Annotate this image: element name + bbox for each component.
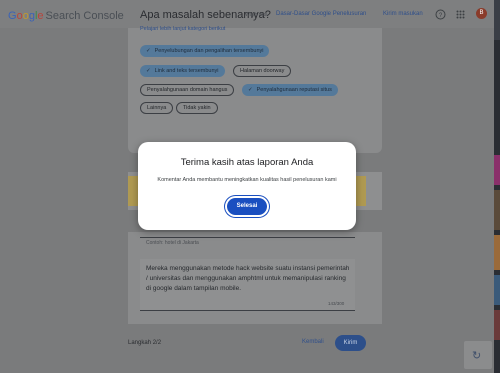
chip-label: Tidak yakin (183, 105, 211, 111)
logo-letter: e (37, 10, 44, 22)
chip-label: Link and teks tersembunyi (154, 68, 219, 74)
chip-label: Penyalahgunaan domain hangus (147, 87, 228, 93)
chip-not-sure[interactable]: Tidak yakin (176, 102, 218, 114)
example-hint: Contoh: hotel di Jakarta (146, 240, 199, 246)
submit-button[interactable]: Kirim (335, 335, 366, 351)
required-note: Wajib diisi (245, 12, 268, 18)
chip-hidden-text[interactable]: ✓ Link and teks tersembunyi (140, 65, 225, 77)
chip-label: Lainnya (147, 105, 167, 111)
search-console-logo[interactable]: Google Search Console (8, 10, 124, 22)
recaptcha-badge[interactable]: ↻ (464, 341, 492, 369)
apps-grid-icon[interactable] (455, 9, 466, 20)
background-edge-strip (494, 0, 500, 373)
check-icon: ✓ (146, 48, 151, 54)
check-icon: ✓ (248, 87, 253, 93)
avatar[interactable]: B (476, 8, 487, 19)
send-feedback-link[interactable]: Kirim masukan (383, 11, 423, 17)
recaptcha-icon: ↻ (472, 350, 482, 362)
callout-highlight (356, 176, 366, 206)
chip-label: Halaman doorway (240, 68, 285, 74)
step-indicator: Langkah 2/2 (128, 340, 162, 346)
done-button[interactable]: Selesai (227, 198, 267, 215)
dialog-body: Komentar Anda membantu meningkatkan kual… (157, 177, 337, 183)
chip-expired-domain[interactable]: Penyalahgunaan domain hangus (140, 84, 235, 96)
char-counter: 143/300 (328, 301, 345, 306)
chip-site-reputation[interactable]: ✓ Penyalahgunaan reputasi situs (242, 84, 338, 96)
help-circle-icon[interactable]: ? (435, 9, 446, 20)
chip-label: Penyelubungan dan pengalihan tersembunyi (154, 48, 264, 54)
thank-you-dialog: Terima kasih atas laporan Anda Komentar … (138, 142, 356, 230)
chip-label: Penyalahgunaan reputasi situs (256, 87, 332, 93)
logo-letter: G (8, 10, 17, 22)
chip-other[interactable]: Lainnya (140, 102, 174, 114)
dialog-title: Terima kasih atas laporan Anda (180, 157, 314, 168)
svg-text:?: ? (439, 13, 443, 19)
logo-product-name: Search Console (45, 10, 124, 22)
description-text: Mereka menggunakan metode hack website s… (146, 265, 350, 292)
back-button[interactable]: Kembali (302, 339, 324, 345)
basics-link[interactable]: Dasar-Dasar Google Penelusuran (276, 11, 366, 17)
query-field-underline (140, 237, 355, 238)
learn-more-link[interactable]: Pelajari lebih lanjut kategori berikut (140, 26, 225, 32)
chip-cloaking[interactable]: ✓ Penyelubungan dan pengalihan tersembuny… (140, 45, 270, 57)
check-icon: ✓ (146, 68, 151, 74)
chip-doorway[interactable]: Halaman doorway (233, 65, 292, 77)
callout-highlight (128, 176, 138, 206)
